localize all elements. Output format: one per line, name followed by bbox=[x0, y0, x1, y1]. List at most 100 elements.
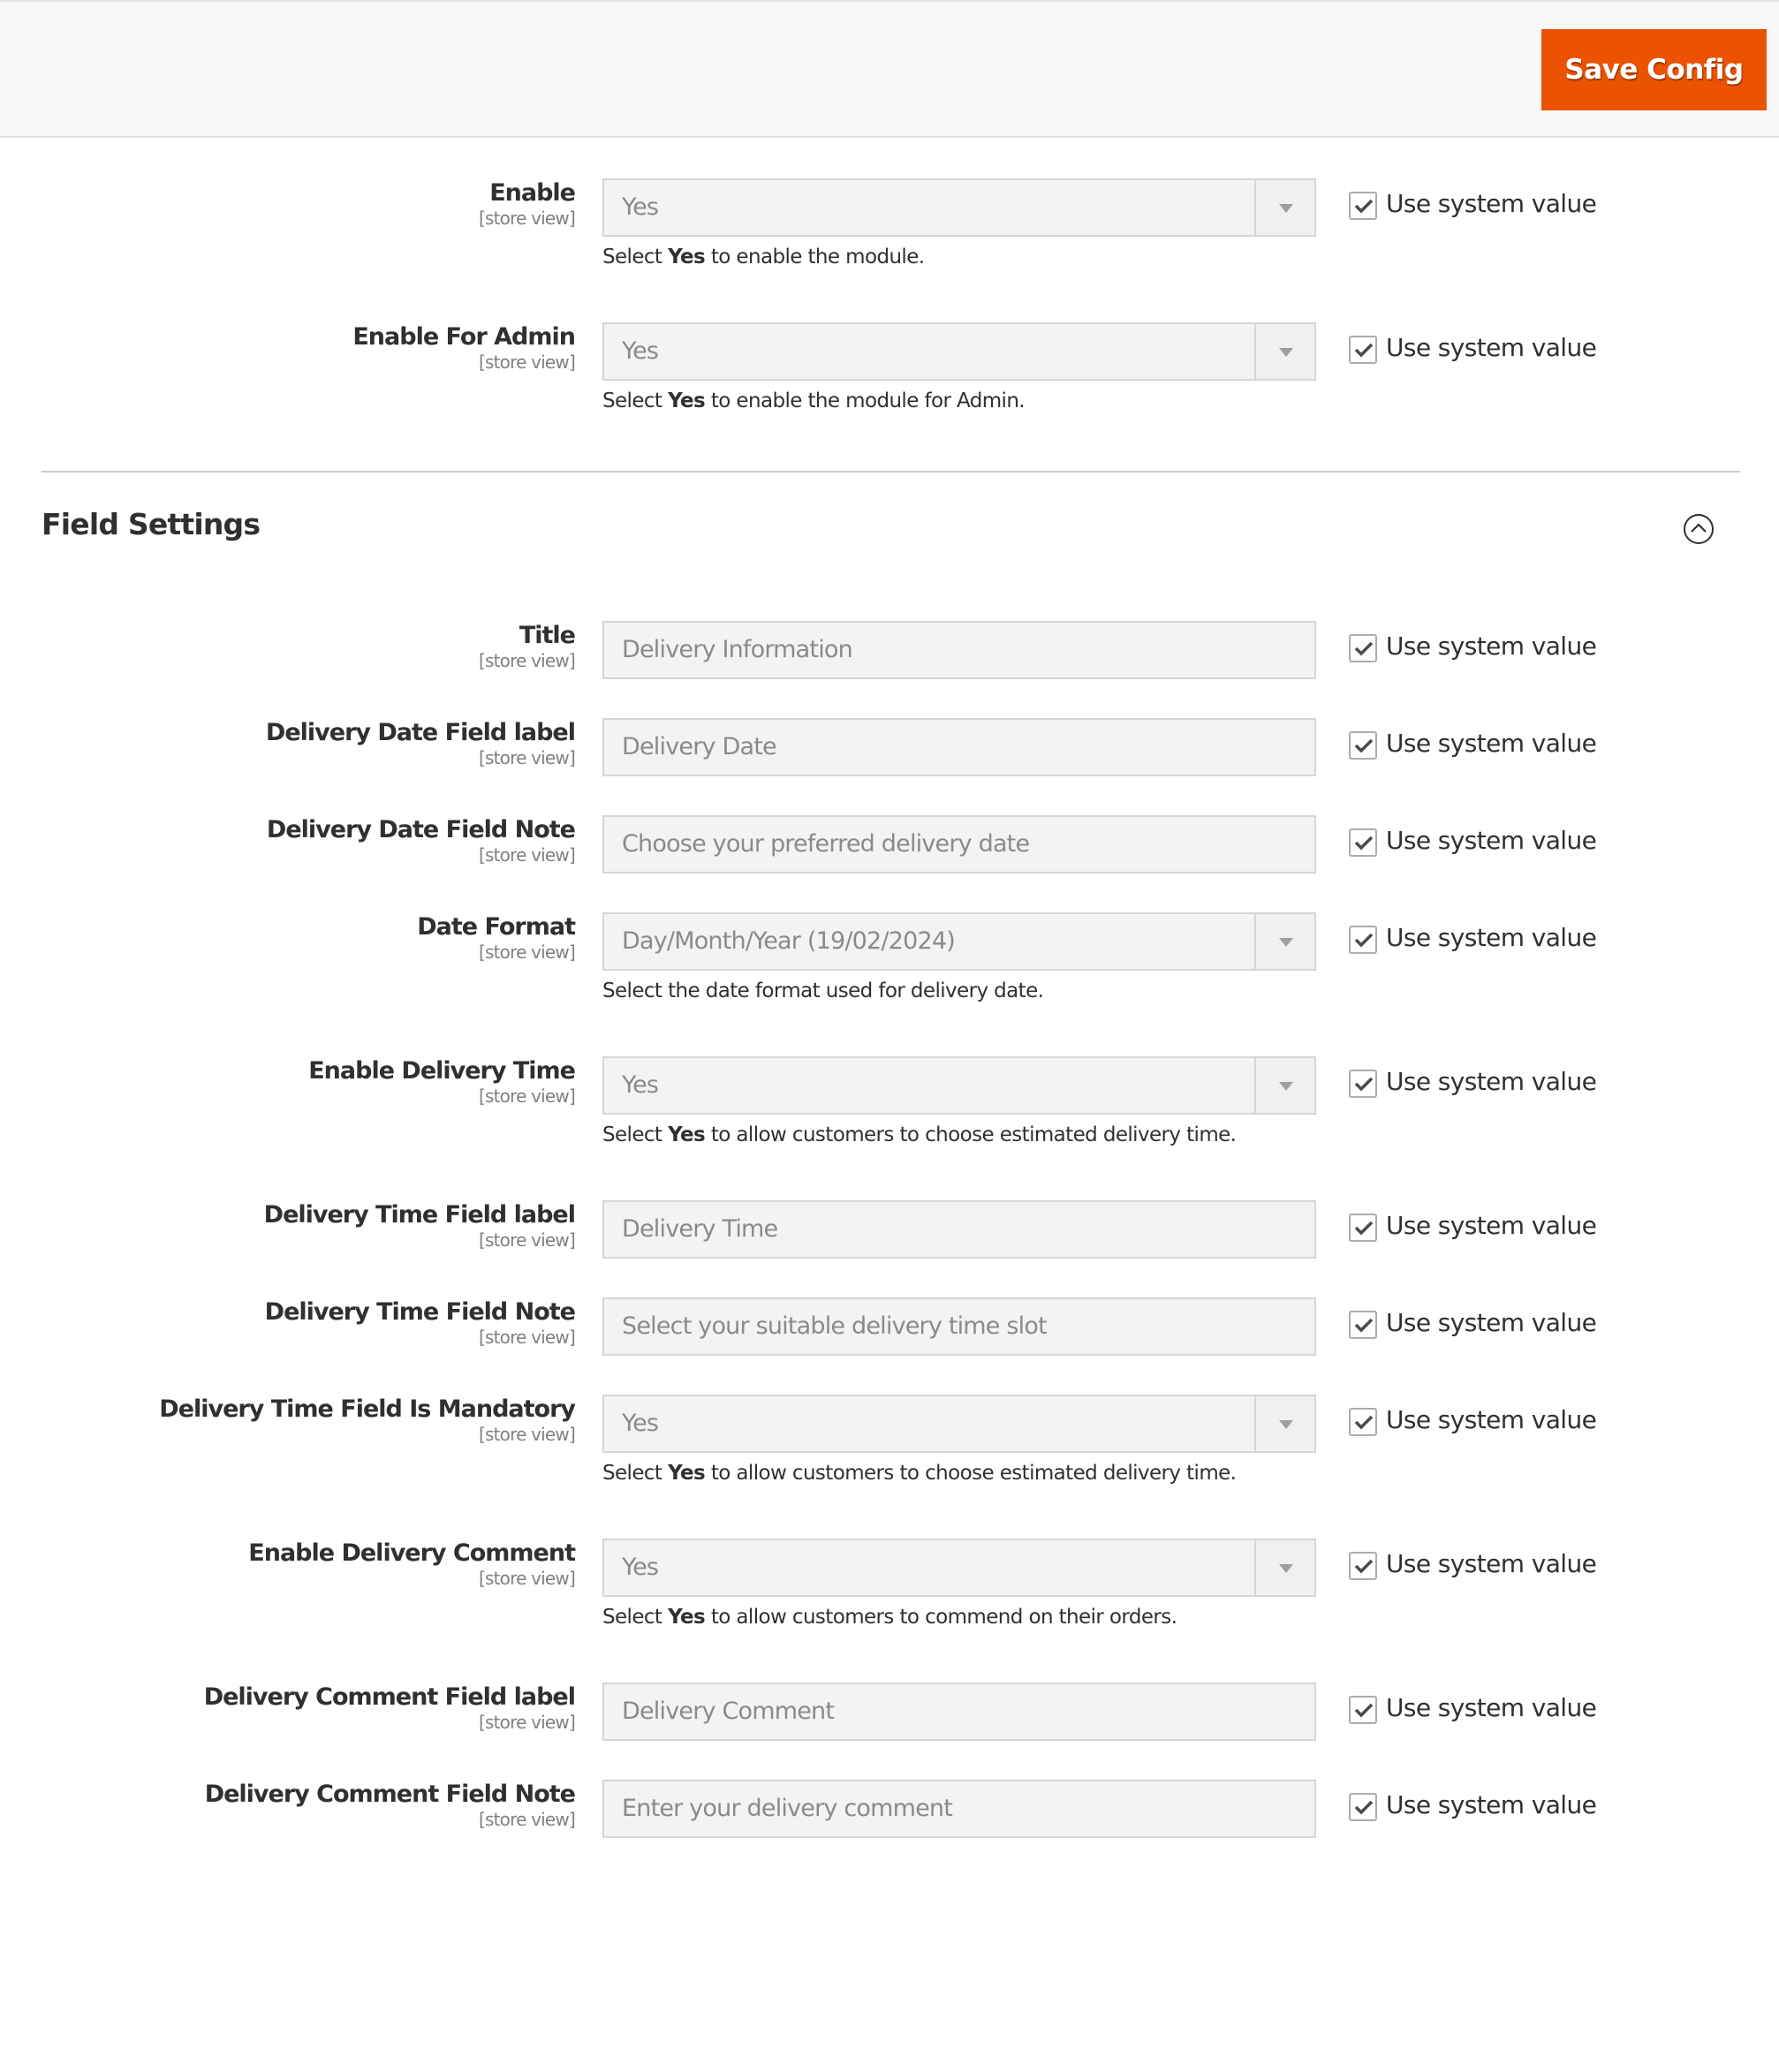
enable-delivery-time-select[interactable]: Yes bbox=[602, 1056, 1316, 1115]
field-scope: [store view] bbox=[478, 747, 576, 768]
checkmark-icon bbox=[1354, 1800, 1374, 1815]
field-row-enable-delivery-time: Enable Delivery Time [store view] Yes Us… bbox=[308, 1056, 1597, 1146]
field-scope: [store view] bbox=[478, 208, 576, 229]
enable-select[interactable]: Yes bbox=[602, 178, 1316, 237]
field-scope: [store view] bbox=[478, 352, 576, 373]
checkmark-icon bbox=[1354, 1559, 1374, 1574]
use-system-value-checkbox[interactable] bbox=[1349, 1214, 1377, 1242]
field-note: Select Yes to allow customers to choose … bbox=[602, 1462, 1237, 1485]
enable-delivery-comment-select[interactable]: Yes bbox=[602, 1539, 1316, 1597]
field-label: Enable Delivery Time bbox=[308, 1057, 576, 1085]
field-value: Delivery Information bbox=[622, 636, 853, 663]
checkmark-icon bbox=[1354, 1221, 1374, 1236]
checkmark-icon bbox=[1354, 933, 1374, 948]
field-row-delivery-date-field-label: Delivery Date Field label [store view] D… bbox=[0, 718, 1779, 776]
select-value: Yes bbox=[622, 337, 659, 365]
field-scope: [store view] bbox=[478, 1229, 576, 1251]
field-label: Delivery Date Field Note bbox=[266, 816, 576, 843]
use-system-value-checkbox[interactable] bbox=[1349, 1070, 1377, 1098]
save-config-button[interactable]: Save Config bbox=[1541, 29, 1767, 110]
field-scope: [store view] bbox=[478, 844, 576, 866]
field-row-date-format: Date Format [store view] Day/Month/Year … bbox=[417, 912, 1597, 1002]
checkmark-icon bbox=[1354, 1415, 1374, 1430]
field-label: Title bbox=[519, 622, 576, 649]
field-row-delivery-time-field-note: Delivery Time Field Note [store view] Se… bbox=[0, 1297, 1779, 1356]
title-input[interactable]: Delivery Information bbox=[602, 621, 1316, 679]
enable-for-admin-select[interactable]: Yes bbox=[602, 322, 1316, 381]
dropdown-arrow-icon bbox=[1279, 1082, 1293, 1091]
use-system-value-checkbox[interactable] bbox=[1349, 1311, 1377, 1339]
use-system-value-checkbox[interactable] bbox=[1349, 731, 1377, 760]
page-actions-header: Save Config bbox=[0, 0, 1779, 138]
field-row-delivery-time-field-is-mandatory: Delivery Time Field Is Mandatory [store … bbox=[159, 1395, 1597, 1485]
checkmark-icon bbox=[1354, 199, 1374, 214]
field-note: Select Yes to allow customers to choose … bbox=[602, 1123, 1237, 1146]
use-system-value-checkbox[interactable] bbox=[1349, 1696, 1377, 1724]
field-value: Yes bbox=[622, 1071, 659, 1099]
field-value: Choose your preferred delivery date bbox=[622, 830, 1030, 858]
dropdown-arrow-icon bbox=[1279, 938, 1293, 947]
field-row-delivery-comment-field-note: Delivery Comment Field Note [store view]… bbox=[0, 1780, 1779, 1838]
dropdown-arrow-icon bbox=[1279, 204, 1293, 213]
field-row-delivery-comment-field-label: Delivery Comment Field label [store view… bbox=[0, 1683, 1779, 1741]
field-value: Day/Month/Year (19/02/2024) bbox=[622, 927, 956, 955]
checkmark-icon bbox=[1354, 641, 1374, 656]
use-system-value-checkbox[interactable] bbox=[1349, 1793, 1377, 1821]
field-label: Delivery Time Field Is Mandatory bbox=[159, 1395, 576, 1423]
field-note: Select Yes to allow customers to commend… bbox=[602, 1606, 1177, 1629]
field-note: Select the date format used for delivery… bbox=[602, 979, 1044, 1002]
field-label: Enable Delivery Comment bbox=[248, 1539, 576, 1567]
field-row-delivery-time-field-label: Delivery Time Field label [store view] D… bbox=[0, 1200, 1779, 1259]
dropdown-arrow-icon bbox=[1279, 1564, 1293, 1573]
field-value: Yes bbox=[622, 1554, 659, 1581]
field-label: Delivery Time Field Note bbox=[264, 1298, 576, 1326]
date-format-select[interactable]: Day/Month/Year (19/02/2024) bbox=[602, 912, 1316, 971]
field-row-enable-delivery-comment: Enable Delivery Comment [store view] Yes… bbox=[248, 1539, 1597, 1629]
checkmark-icon bbox=[1354, 343, 1374, 358]
field-row-delivery-date-field-note: Delivery Date Field Note [store view] Ch… bbox=[0, 815, 1779, 873]
delivery-date-field-note-input[interactable]: Choose your preferred delivery date bbox=[602, 815, 1316, 873]
use-system-value-checkbox[interactable] bbox=[1349, 192, 1377, 220]
section-title-field-settings[interactable]: Field Settings bbox=[42, 507, 261, 541]
field-value: Delivery Comment bbox=[622, 1698, 835, 1725]
field-label: Delivery Time Field label bbox=[263, 1201, 576, 1229]
use-system-value-checkbox[interactable] bbox=[1349, 336, 1377, 364]
field-value: Enter your delivery comment bbox=[622, 1795, 953, 1822]
field-scope: [store view] bbox=[478, 941, 576, 963]
field-scope: [store view] bbox=[478, 1809, 576, 1830]
checkmark-icon bbox=[1354, 738, 1374, 753]
delivery-comment-field-label-input[interactable]: Delivery Comment bbox=[602, 1683, 1316, 1741]
field-label: Enable For Admin bbox=[352, 323, 576, 351]
delivery-time-field-label-input[interactable]: Delivery Time bbox=[602, 1200, 1316, 1259]
field-value: Delivery Time bbox=[622, 1215, 778, 1243]
field-scope: [store view] bbox=[478, 1424, 576, 1445]
delivery-comment-field-note-input[interactable]: Enter your delivery comment bbox=[602, 1780, 1316, 1838]
field-scope: [store view] bbox=[478, 1568, 576, 1589]
checkmark-icon bbox=[1354, 1703, 1374, 1718]
field-value: Select your suitable delivery time slot bbox=[622, 1312, 1048, 1340]
dropdown-arrow-icon bbox=[1279, 1420, 1293, 1429]
field-row-enable: Enable [store view] Yes Select Yes to en… bbox=[478, 178, 1597, 268]
field-scope: [store view] bbox=[478, 1712, 576, 1733]
checkmark-icon bbox=[1354, 1318, 1374, 1333]
field-scope: [store view] bbox=[478, 650, 576, 671]
field-row-enable-for-admin: Enable For Admin [store view] Yes Select… bbox=[352, 322, 1597, 412]
use-system-value-checkbox[interactable] bbox=[1349, 828, 1377, 857]
delivery-time-field-note-input[interactable]: Select your suitable delivery time slot bbox=[602, 1297, 1316, 1356]
use-system-value-checkbox[interactable] bbox=[1349, 1552, 1377, 1580]
use-system-value-checkbox[interactable] bbox=[1349, 1408, 1377, 1436]
field-label: Enable bbox=[489, 179, 576, 207]
use-system-value-checkbox[interactable] bbox=[1349, 634, 1377, 662]
delivery-time-field-is-mandatory-select[interactable]: Yes bbox=[602, 1395, 1316, 1453]
field-label: Date Format bbox=[417, 913, 576, 941]
field-row-title: Title [store view] Delivery Information … bbox=[0, 621, 1779, 679]
field-note: Select Yes to enable the module for Admi… bbox=[602, 389, 1026, 412]
field-label: Delivery Comment Field Note bbox=[204, 1781, 576, 1808]
field-value: Delivery Date bbox=[622, 733, 777, 760]
delivery-date-field-label-input[interactable]: Delivery Date bbox=[602, 718, 1316, 776]
field-label: Delivery Comment Field label bbox=[203, 1683, 576, 1711]
checkmark-icon bbox=[1354, 836, 1374, 851]
select-value: Yes bbox=[622, 193, 659, 221]
use-system-value-checkbox[interactable] bbox=[1349, 926, 1377, 954]
chevron-up-circle-icon[interactable] bbox=[1684, 514, 1714, 544]
